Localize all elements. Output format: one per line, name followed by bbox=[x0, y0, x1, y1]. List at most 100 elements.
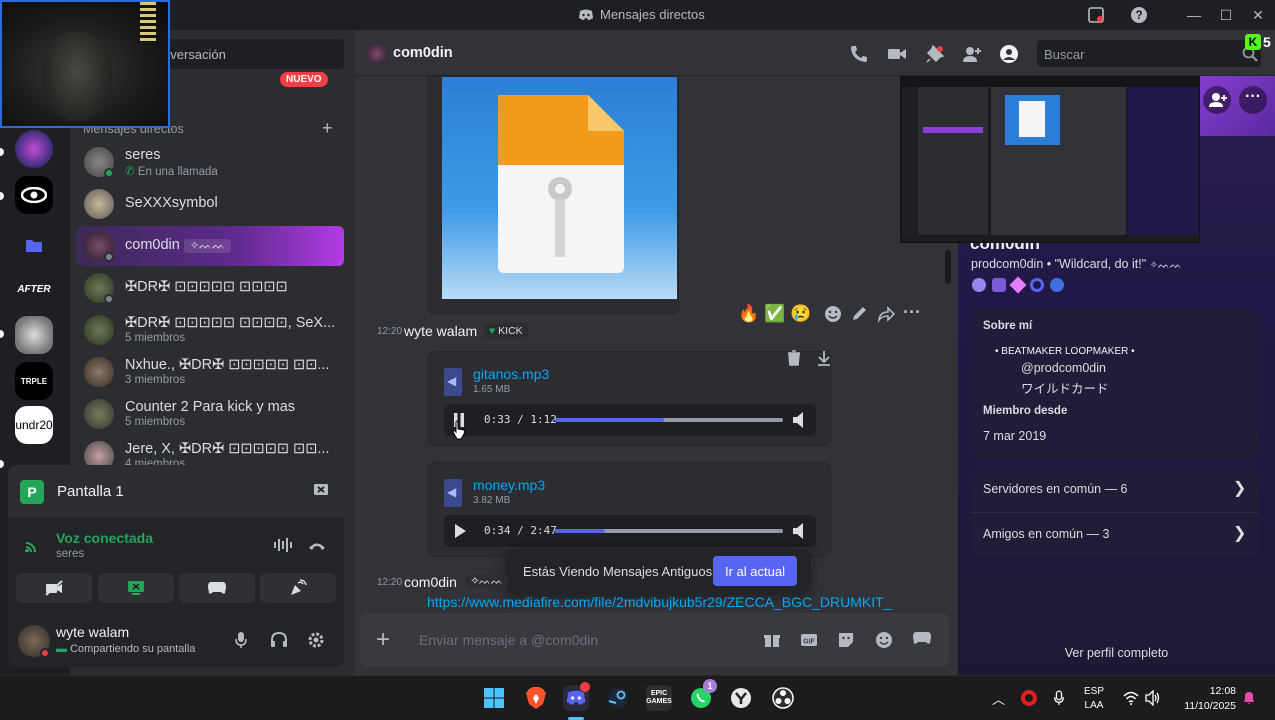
server-icon[interactable] bbox=[15, 130, 53, 168]
activities-button[interactable] bbox=[179, 573, 255, 603]
cry-reaction[interactable]: 😢 bbox=[790, 304, 811, 324]
jump-to-present-button[interactable]: Ir al actual bbox=[713, 556, 797, 586]
search-input[interactable]: Buscar bbox=[1037, 40, 1261, 67]
steam-icon[interactable] bbox=[605, 685, 631, 711]
seek-bar[interactable] bbox=[555, 418, 783, 422]
seek-bar[interactable] bbox=[555, 529, 783, 533]
more-options-icon[interactable]: ··· bbox=[903, 302, 921, 323]
view-full-profile-link[interactable]: Ver perfil completo bbox=[958, 646, 1275, 660]
screen-icon: ▬ bbox=[56, 643, 71, 655]
add-friends-icon[interactable] bbox=[962, 44, 982, 64]
tray-microphone-icon[interactable] bbox=[1053, 689, 1065, 707]
microphone-icon[interactable] bbox=[234, 631, 248, 649]
brave-browser-icon[interactable] bbox=[523, 685, 549, 711]
voice-channel[interactable]: seres bbox=[56, 548, 84, 560]
dm-item-seres[interactable]: seres ✆ En una llamada bbox=[76, 142, 344, 182]
dm-group-item[interactable]: Nxhue., ✠DR✠ ⊡⊡⊡⊡⊡ ⊡⊡... 3 miembros bbox=[76, 352, 344, 392]
voice-call-icon[interactable] bbox=[849, 44, 869, 64]
gif-icon[interactable]: GIF bbox=[800, 631, 818, 649]
chevron-right-icon[interactable]: ❯ bbox=[1233, 523, 1246, 543]
minimize-icon[interactable]: — bbox=[1185, 6, 1203, 24]
download-icon[interactable] bbox=[816, 350, 832, 366]
settings-gear-icon[interactable] bbox=[307, 631, 325, 649]
epic-games-icon[interactable]: EPIC GAMES bbox=[646, 685, 672, 711]
clock[interactable]: 12:08 11/10/2025 bbox=[1172, 684, 1236, 714]
edit-icon[interactable] bbox=[850, 305, 868, 323]
dm-item-com0din[interactable]: com0din ✧ᨓᨓ bbox=[76, 226, 344, 266]
hypesquad-badge-icon[interactable] bbox=[972, 278, 986, 292]
stream-preview[interactable] bbox=[900, 76, 1200, 243]
quest-badge-icon[interactable] bbox=[1030, 278, 1044, 292]
server-after[interactable]: AFTER bbox=[15, 270, 53, 308]
pinned-messages-icon[interactable] bbox=[925, 44, 945, 64]
tray-chevron-up-icon[interactable]: ︿ bbox=[992, 689, 1005, 708]
windows-start-icon[interactable] bbox=[481, 685, 507, 711]
chat-scrollbar[interactable] bbox=[945, 250, 951, 284]
orb-badge-icon[interactable] bbox=[1050, 278, 1064, 292]
tray-app-icon[interactable] bbox=[1020, 689, 1038, 707]
dm-group-item[interactable]: ✠DR✠ ⊡⊡⊡⊡⊡ ⊡⊡⊡⊡, SeX... 5 miembros bbox=[76, 310, 344, 350]
maximize-icon[interactable]: ☐ bbox=[1217, 6, 1235, 24]
mutual-servers-link[interactable]: Servidores en común — 6 bbox=[983, 482, 1128, 496]
check-reaction[interactable]: ✅ bbox=[764, 304, 785, 324]
add-friend-icon[interactable] bbox=[1203, 86, 1231, 114]
chevron-right-icon[interactable]: ❯ bbox=[1233, 478, 1246, 498]
volume-icon[interactable] bbox=[792, 411, 808, 429]
inbox-icon[interactable] bbox=[1087, 6, 1105, 24]
app-icon[interactable] bbox=[728, 685, 754, 711]
help-icon[interactable]: ? bbox=[1130, 6, 1148, 24]
boost-badge-icon[interactable] bbox=[1009, 276, 1027, 294]
whatsapp-icon[interactable]: 1 bbox=[688, 679, 717, 711]
attachment-preview[interactable] bbox=[427, 76, 679, 314]
phone-icon: ✆ bbox=[125, 166, 138, 178]
volume-tray-icon[interactable] bbox=[1145, 690, 1161, 706]
dm-name: SeXXXsymbol bbox=[125, 195, 218, 211]
volume-icon[interactable] bbox=[792, 522, 808, 540]
header-name[interactable]: com0din bbox=[393, 45, 453, 61]
video-off-button[interactable] bbox=[16, 573, 92, 603]
dm-group-item[interactable]: Counter 2 Para kick y mas 5 miembros bbox=[76, 394, 344, 434]
notification-bell-icon[interactable] bbox=[1242, 690, 1256, 706]
language-indicator[interactable]: ESP LAA bbox=[1084, 685, 1104, 713]
headphones-icon[interactable] bbox=[270, 631, 288, 649]
create-dm-icon[interactable]: + bbox=[322, 118, 333, 139]
gift-icon[interactable] bbox=[763, 631, 781, 649]
message-link[interactable]: https://www.mediafire.com/file/2mdvibujk… bbox=[427, 594, 917, 610]
message-input[interactable]: Enviar mensaje a @com0din bbox=[419, 632, 598, 648]
apps-icon[interactable] bbox=[912, 631, 931, 649]
server-icon[interactable]: TRPLE bbox=[15, 362, 53, 400]
voice-status[interactable]: Voz conectada bbox=[56, 530, 153, 546]
close-icon[interactable]: ✕ bbox=[1249, 6, 1267, 24]
message-author[interactable]: wyte walam bbox=[404, 323, 477, 339]
wifi-icon[interactable] bbox=[1123, 691, 1139, 705]
play-icon[interactable] bbox=[453, 523, 467, 539]
more-icon[interactable]: ··· bbox=[1239, 86, 1267, 114]
delete-icon[interactable] bbox=[786, 350, 802, 366]
dm-item-sexxxsymbol[interactable]: SeXXXsymbol bbox=[76, 184, 344, 224]
mutual-friends-link[interactable]: Amigos en común — 3 bbox=[983, 527, 1109, 541]
stop-stream-icon[interactable] bbox=[313, 482, 329, 498]
file-name[interactable]: money.mp3 bbox=[473, 477, 545, 493]
server-undr20[interactable]: undr20 bbox=[15, 406, 53, 444]
dm-item[interactable]: ✠DR✠ ⊡⊡⊡⊡⊡ ⊡⊡⊡⊡ bbox=[76, 268, 344, 308]
obs-icon[interactable] bbox=[770, 685, 796, 711]
add-reaction-icon[interactable] bbox=[824, 305, 842, 323]
soundboard-button[interactable] bbox=[260, 573, 336, 603]
screen-share-button[interactable] bbox=[98, 573, 174, 603]
sticker-icon[interactable] bbox=[837, 631, 855, 649]
noise-suppression-icon[interactable] bbox=[273, 537, 293, 553]
nitro-badge-icon[interactable] bbox=[992, 278, 1006, 292]
file-name[interactable]: gitanos.mp3 bbox=[473, 366, 549, 382]
eye-server-icon[interactable] bbox=[15, 176, 53, 214]
fire-reaction[interactable]: 🔥 bbox=[738, 304, 759, 324]
server-icon[interactable] bbox=[15, 316, 53, 354]
video-call-icon[interactable] bbox=[887, 44, 907, 64]
attach-plus-icon[interactable]: + bbox=[376, 628, 390, 652]
emoji-icon[interactable] bbox=[875, 631, 893, 649]
discord-taskbar-icon[interactable] bbox=[563, 682, 590, 711]
forward-icon[interactable] bbox=[877, 305, 895, 323]
user-profile-toggle-icon[interactable] bbox=[999, 44, 1019, 64]
disconnect-icon[interactable] bbox=[307, 539, 327, 551]
folder-icon[interactable] bbox=[15, 226, 53, 264]
message-author[interactable]: com0din bbox=[404, 574, 457, 590]
